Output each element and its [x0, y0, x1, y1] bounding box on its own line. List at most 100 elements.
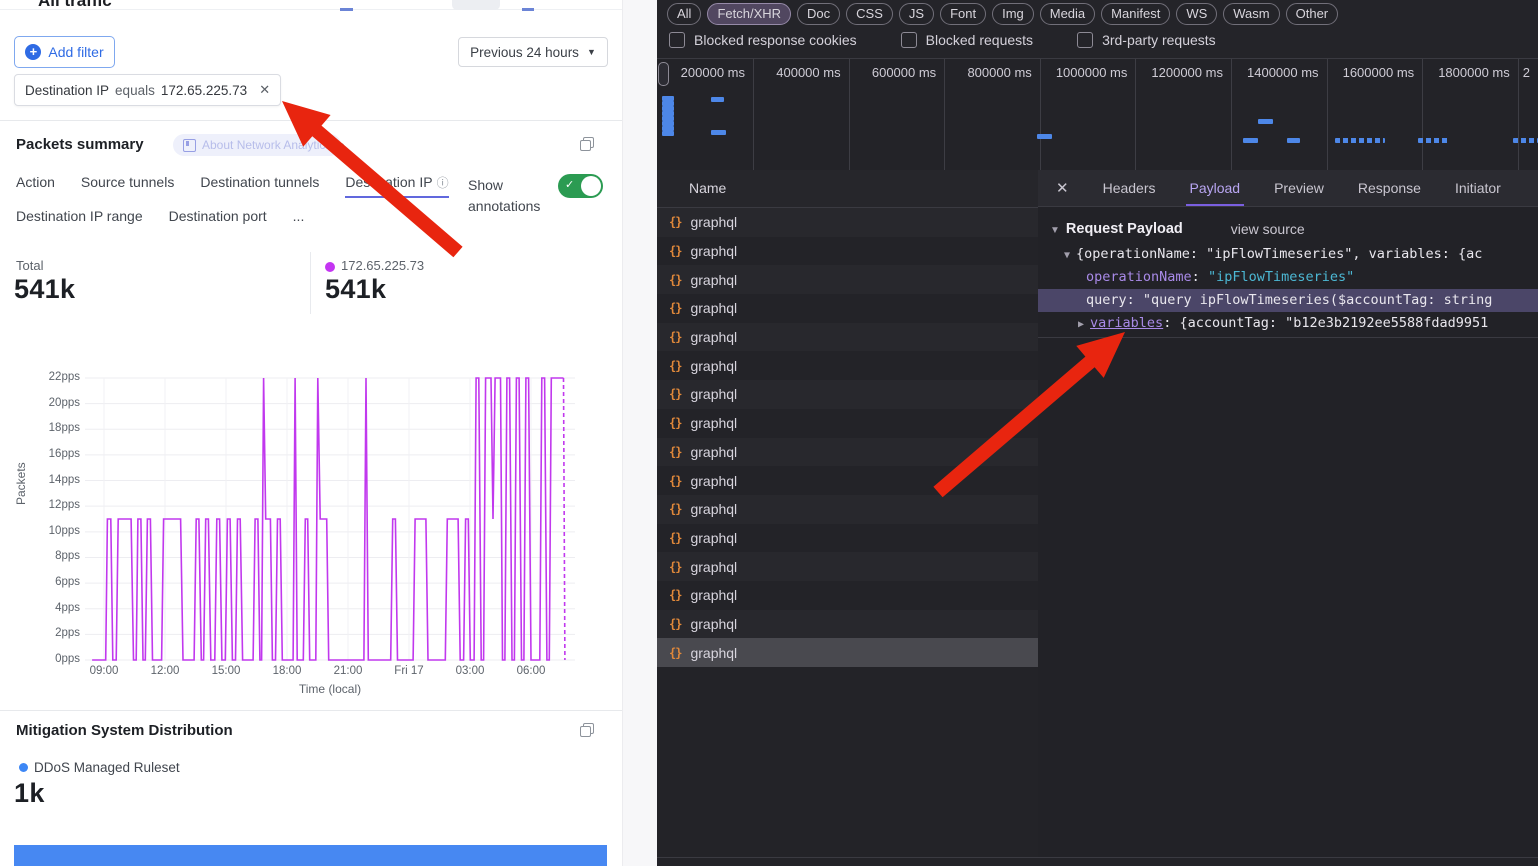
filter-pill-img[interactable]: Img [992, 3, 1034, 25]
remove-filter-icon[interactable]: ✕ [259, 82, 270, 98]
about-network-analytics-badge[interactable]: About Network Analytics [173, 134, 341, 156]
clipped-header-remnant [522, 8, 534, 11]
request-row[interactable]: {}graphql [657, 610, 1038, 639]
request-row[interactable]: {}graphql [657, 294, 1038, 323]
tab-destination-ip-range[interactable]: Destination IP range [16, 208, 143, 224]
request-timing-mark [1243, 138, 1258, 143]
tab-action[interactable]: Action [16, 174, 55, 191]
request-row[interactable]: {}graphql [657, 466, 1038, 495]
request-name: graphql [690, 530, 737, 546]
request-detail-tabs: ✕ Headers Payload Preview Response Initiator [1038, 170, 1538, 207]
plus-icon: + [25, 44, 41, 60]
copy-panel-icon[interactable] [580, 723, 594, 737]
request-detail-panel: ✕ Headers Payload Preview Response Initiator… [1038, 170, 1538, 858]
view-source-link[interactable]: view source [1231, 221, 1305, 237]
packets-timeseries-chart[interactable]: 22pps20pps18pps16pps14pps12pps10pps8pps6… [0, 360, 622, 705]
detail-tab-preview[interactable]: Preview [1274, 170, 1324, 206]
mitigation-bar[interactable] [14, 845, 607, 866]
checkbox-blocked-requests[interactable]: Blocked requests [901, 32, 1033, 48]
show-annotations-toggle[interactable]: ✓ [558, 174, 603, 198]
payload-preview-row[interactable]: ▼ {operationName: "ipFlowTimeseries", var… [1038, 243, 1538, 266]
checkbox-label: Blocked response cookies [694, 32, 857, 48]
timeline-tick: 1400000 ms [1232, 59, 1328, 170]
request-timing-mark [1418, 138, 1448, 143]
request-timing-mark [1287, 138, 1300, 143]
triangle-down-icon: ▼ [1064, 250, 1070, 261]
filter-pill-css[interactable]: CSS [846, 3, 893, 25]
request-name: graphql [690, 559, 737, 575]
json-file-icon: {} [669, 359, 681, 373]
packets-summary-title: Packets summary [16, 136, 144, 153]
filter-pill-font[interactable]: Font [940, 3, 986, 25]
info-icon: ⓘ [437, 176, 449, 190]
tab-destination-tunnels[interactable]: Destination tunnels [200, 174, 319, 191]
request-timing-mark [1513, 138, 1538, 143]
filter-pill-manifest[interactable]: Manifest [1101, 3, 1170, 25]
request-timing-mark [1037, 134, 1052, 139]
add-filter-label: Add filter [48, 44, 103, 60]
request-row[interactable]: {}graphql [657, 552, 1038, 581]
filter-pill-wasm[interactable]: Wasm [1223, 3, 1279, 25]
triangle-right-icon: ▶ [1078, 319, 1084, 330]
request-timing-mark [711, 97, 724, 102]
request-row[interactable]: {}graphql [657, 409, 1038, 438]
request-row[interactable]: {}graphql [657, 638, 1038, 667]
time-range-label: Previous 24 hours [470, 45, 579, 60]
detail-tab-response[interactable]: Response [1358, 170, 1421, 206]
tab-destination-port[interactable]: Destination port [169, 208, 267, 224]
filter-chip[interactable]: Destination IP equals 172.65.225.73 ✕ [14, 74, 281, 106]
request-row[interactable]: {}graphql [657, 524, 1038, 553]
payload-operation-row[interactable]: operationName: "ipFlowTimeseries" [1038, 266, 1538, 289]
filter-pill-all[interactable]: All [667, 3, 701, 25]
legend-dot [19, 763, 28, 772]
checkbox-icon[interactable] [901, 32, 917, 48]
close-icon[interactable]: ✕ [1056, 179, 1069, 197]
clipped-header-remnant [340, 8, 353, 11]
copy-panel-icon[interactable] [580, 137, 594, 151]
payload-query-row[interactable]: query: "query ipFlowTimeseries($accountT… [1038, 289, 1538, 312]
payload-variables-row[interactable]: ▶variables: {accountTag: "b12e3b2192ee55… [1038, 312, 1538, 335]
name-column-header[interactable]: Name [657, 170, 1038, 208]
payload-preview-text: {operationName: "ipFlowTimeseries", vari… [1076, 246, 1482, 262]
request-row[interactable]: {}graphql [657, 438, 1038, 467]
tab-destination-ip[interactable]: Destination IPⓘ [345, 174, 448, 191]
add-filter-button[interactable]: + Add filter [14, 36, 115, 68]
json-file-icon: {} [669, 588, 681, 602]
request-row[interactable]: {}graphql [657, 581, 1038, 610]
filter-pill-doc[interactable]: Doc [797, 3, 840, 25]
detail-tab-initiator[interactable]: Initiator [1455, 170, 1501, 206]
request-row[interactable]: {}graphql [657, 265, 1038, 294]
filter-pill-ws[interactable]: WS [1176, 3, 1217, 25]
filter-pill-js[interactable]: JS [899, 3, 934, 25]
checkbox-blocked-response-cookies[interactable]: Blocked response cookies [669, 32, 857, 48]
payload-variables-key: variables [1090, 315, 1163, 331]
request-payload-section[interactable]: ▼Request Payload [1050, 221, 1183, 237]
request-timing-mark [662, 131, 674, 136]
detail-tab-headers[interactable]: Headers [1103, 170, 1156, 206]
checkbox-icon[interactable] [669, 32, 685, 48]
tab-source-tunnels[interactable]: Source tunnels [81, 174, 174, 191]
y-tick-label: 16pps [5, 448, 80, 460]
section-divider [0, 710, 622, 711]
request-row[interactable]: {}graphql [657, 351, 1038, 380]
checkbox-icon[interactable] [1077, 32, 1093, 48]
y-tick-label: 18pps [5, 422, 80, 434]
request-row[interactable]: {}graphql [657, 208, 1038, 237]
tab--[interactable]: ... [293, 208, 305, 224]
time-range-dropdown[interactable]: Previous 24 hours ▼ [458, 37, 608, 67]
checkbox-3rd-party-requests[interactable]: 3rd-party requests [1077, 32, 1216, 48]
totals-divider [310, 252, 311, 314]
request-row[interactable]: {}graphql [657, 237, 1038, 266]
filter-pill-other[interactable]: Other [1286, 3, 1339, 25]
clipped-header-remnant [452, 0, 500, 10]
filter-pill-fetch-xhr[interactable]: Fetch/XHR [707, 3, 791, 25]
mitigation-title: Mitigation System Distribution [16, 722, 233, 739]
detail-tab-payload[interactable]: Payload [1190, 170, 1241, 206]
request-row[interactable]: {}graphql [657, 323, 1038, 352]
y-tick-label: 20pps [5, 397, 80, 409]
request-row[interactable]: {}graphql [657, 380, 1038, 409]
filter-pill-media[interactable]: Media [1040, 3, 1095, 25]
timeline-handle[interactable] [658, 62, 669, 86]
network-overview-timeline[interactable]: 200000 ms400000 ms600000 ms800000 ms1000… [657, 59, 1538, 171]
request-row[interactable]: {}graphql [657, 495, 1038, 524]
